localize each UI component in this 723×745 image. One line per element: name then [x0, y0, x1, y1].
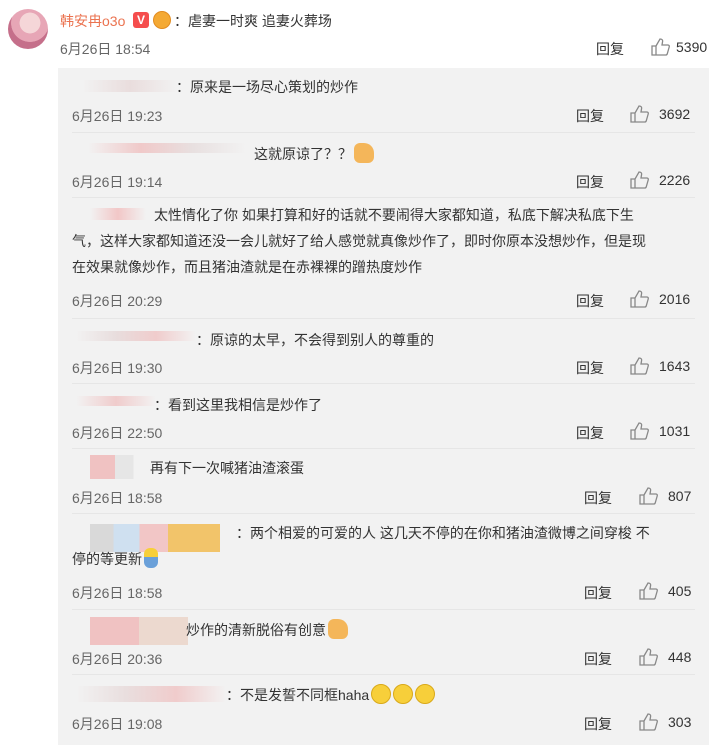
- reply-button[interactable]: 回复: [584, 488, 612, 508]
- reply-item: ：看到这里我相信是炒作了 6月26日 22:50 回复 1031: [58, 384, 709, 450]
- divider: [72, 609, 695, 610]
- like-count: 1643: [659, 358, 691, 374]
- reply-text-line: 气，这样大家都知道还没一会儿就好了给人感觉就真像炒作了，即时你原本没想炒作，但是…: [72, 233, 646, 249]
- blurred-username: [76, 331, 196, 341]
- blurred-username: [82, 80, 178, 92]
- blurred-username: [76, 396, 156, 406]
- reply-button[interactable]: 回复: [576, 172, 604, 192]
- reply-text-content: ：不是发誓不同框haha: [226, 687, 370, 703]
- reply-time: 6月26日 19:08: [72, 716, 163, 732]
- reply-button[interactable]: 回复: [584, 714, 612, 734]
- like-count: 2016: [659, 291, 691, 307]
- reply-item: 炒作的清新脱俗有创意 6月26日 20:36 回复 448: [58, 611, 709, 676]
- reply-text: ：看到这里我相信是炒作了: [154, 397, 322, 413]
- main-author-name[interactable]: 韩安冉o3o: [60, 11, 125, 31]
- figure-emoji-icon: [144, 548, 158, 568]
- reply-time: 6月26日 19:14: [72, 174, 163, 190]
- blurred-username: [88, 143, 246, 153]
- reply-text-line: 太性情化了你 如果打算和好的话就不要闹得大家都知道，私底下解决私底下生: [154, 207, 634, 223]
- reply-item: 这就原谅了？？ 6月26日 19:14 回复 2226: [58, 133, 709, 199]
- crying-emoji-icon: [415, 684, 436, 704]
- main-comment-time: 6月26日 18:54: [60, 41, 151, 57]
- reply-item: ：原来是一场尽心策划的炒作 6月26日 19:23 回复 3692: [58, 68, 709, 135]
- reply-text: 再有下一次喊猪油渣滚蛋: [150, 460, 304, 476]
- crying-emoji-icon: [371, 684, 392, 704]
- reply-item: ：原谅的太早，不会得到别人的尊重的 6月26日 19:30 回复 1643: [58, 319, 709, 385]
- reply-button[interactable]: 回复: [576, 106, 604, 126]
- reply-item: 再有下一次喊猪油渣滚蛋 6月26日 18:58 回复 807: [58, 449, 709, 515]
- like-count: 448: [668, 649, 692, 665]
- like-icon[interactable]: [639, 713, 658, 731]
- main-reply-button[interactable]: 回复: [596, 39, 624, 59]
- divider: [72, 674, 695, 675]
- reply-item: ：两个相爱的可爱的人 这几天不停的在你和猪油渣微博之间穿梭 不 停的等更新 6月…: [58, 514, 709, 611]
- reply-item: ：不是发誓不同框haha 6月26日 19:08 回复 303: [58, 676, 709, 745]
- thumbs-up-emoji-icon: [354, 143, 374, 163]
- main-author-avatar[interactable]: [8, 9, 48, 49]
- thumbs-up-emoji-icon: [328, 619, 348, 639]
- vip-badge-icon: V: [133, 12, 149, 28]
- like-count: 1031: [659, 423, 691, 439]
- replies-list: ：原来是一场尽心策划的炒作 6月26日 19:23 回复 3692 这就原谅了？…: [58, 68, 709, 745]
- like-icon[interactable]: [630, 105, 649, 123]
- blurred-username: [90, 617, 188, 645]
- main-comment-text: ：虐妻一时爽 追妻火葬场: [174, 13, 332, 29]
- reply-button[interactable]: 回复: [576, 291, 604, 311]
- reply-button[interactable]: 回复: [576, 358, 604, 378]
- reply-text: 这就原谅了？？: [254, 141, 374, 167]
- reply-text-content: 炒作的清新脱俗有创意: [186, 622, 326, 638]
- reply-text-line: 停的等更新: [72, 546, 158, 572]
- like-count: 807: [668, 488, 692, 504]
- blurred-username: [90, 208, 146, 220]
- reply-time: 6月26日 19:30: [72, 360, 163, 376]
- like-count: 405: [668, 583, 692, 599]
- reply-time: 6月26日 22:50: [72, 425, 163, 441]
- like-icon[interactable]: [639, 648, 658, 666]
- main-like-count: 5390: [676, 39, 708, 55]
- crying-emoji-icon: [393, 684, 414, 704]
- reply-text-line: 在效果就像炒作，而且猪油渣就是在赤裸裸的蹭热度炒作: [72, 259, 422, 275]
- like-icon[interactable]: [630, 422, 649, 440]
- reply-text-content: 这就原谅了？？: [254, 146, 352, 162]
- blurred-username: [76, 686, 226, 702]
- like-count: 2226: [659, 172, 691, 188]
- reply-text: ：原来是一场尽心策划的炒作: [176, 79, 358, 95]
- reply-item: 太性情化了你 如果打算和好的话就不要闹得大家都知道，私底下解决私底下生 气，这样…: [58, 198, 709, 319]
- reply-text: ：原谅的太早，不会得到别人的尊重的: [196, 332, 434, 348]
- like-icon[interactable]: [639, 582, 658, 600]
- blurred-username: [90, 455, 152, 479]
- like-icon[interactable]: [639, 487, 658, 505]
- like-icon[interactable]: [630, 290, 649, 308]
- like-count: 303: [668, 714, 692, 730]
- like-count: 3692: [659, 106, 691, 122]
- reply-button[interactable]: 回复: [584, 649, 612, 669]
- reply-time: 6月26日 20:36: [72, 651, 163, 667]
- medal-icon: [153, 11, 171, 29]
- reply-time: 6月26日 20:29: [72, 293, 163, 309]
- reply-time: 6月26日 18:58: [72, 585, 163, 601]
- reply-time: 6月26日 19:23: [72, 108, 163, 124]
- reply-text: 炒作的清新脱俗有创意: [186, 617, 348, 643]
- reply-text: ：不是发誓不同框haha: [226, 682, 436, 708]
- like-icon[interactable]: [651, 38, 670, 56]
- reply-text-line: ：两个相爱的可爱的人 这几天不停的在你和猪油渣微博之间穿梭 不: [236, 525, 650, 541]
- like-icon[interactable]: [630, 357, 649, 375]
- reply-button[interactable]: 回复: [576, 423, 604, 443]
- like-icon[interactable]: [630, 171, 649, 189]
- reply-button[interactable]: 回复: [584, 583, 612, 603]
- reply-time: 6月26日 18:58: [72, 490, 163, 506]
- reply-text-content: 停的等更新: [72, 551, 142, 567]
